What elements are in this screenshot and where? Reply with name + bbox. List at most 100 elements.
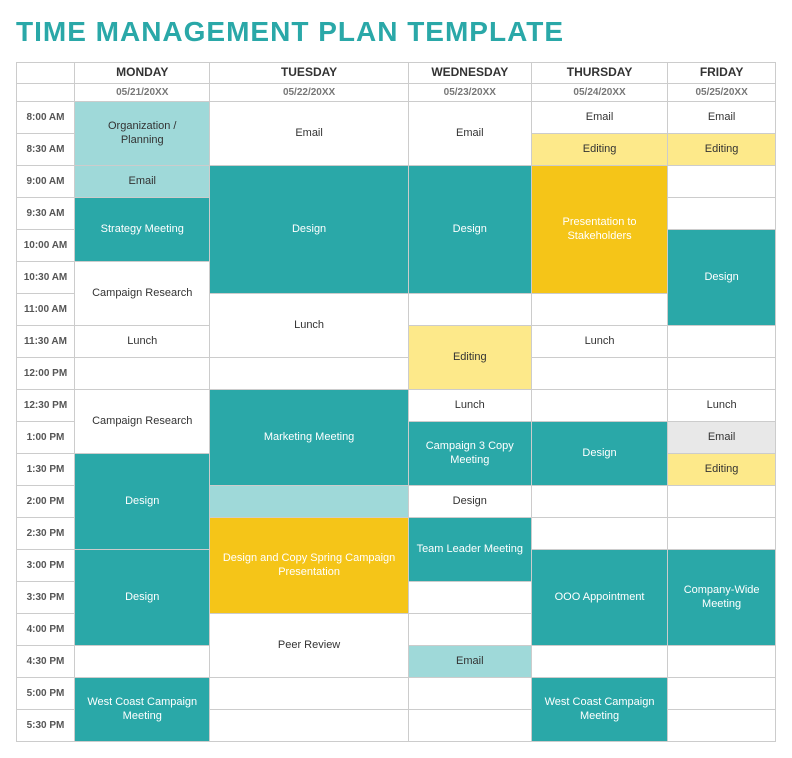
cell-fri-100: Email [668,421,776,453]
cell-tue-900: Design [210,165,408,293]
cell-mon-430 [75,645,210,677]
cell-wed-1130: Editing [408,325,531,389]
time-230: 2:30 PM [17,517,75,549]
time-400: 4:00 PM [17,613,75,645]
table-row: 5:00 PM West Coast Campaign Meeting West… [17,677,776,709]
time-300: 3:00 PM [17,549,75,581]
cell-tue-800: Email [210,101,408,165]
time-1030: 10:30 AM [17,261,75,293]
cell-fri-530 [668,709,776,741]
table-row: 8:00 AM Organization /Planning Email Ema… [17,101,776,133]
cell-wed-500 [408,677,531,709]
cell-mon-300: Design [75,549,210,645]
cell-wed-230: Team Leader Meeting [408,517,531,581]
time-100: 1:00 PM [17,421,75,453]
cell-thu-200 [531,485,667,517]
cell-tue-1100: Lunch [210,293,408,357]
time-1130: 11:30 AM [17,325,75,357]
cell-wed-530 [408,709,531,741]
cell-fri-830: Editing [668,133,776,165]
time-1000: 10:00 AM [17,229,75,261]
cell-fri-1200 [668,357,776,389]
time-900: 9:00 AM [17,165,75,197]
time-130: 1:30 PM [17,453,75,485]
cell-fri-800: Email [668,101,776,133]
cell-mon-1130: Lunch [75,325,210,357]
col-header-thu: THURSDAY [531,63,667,84]
cell-fri-200 [668,485,776,517]
cell-thu-230 [531,517,667,549]
time-930: 9:30 AM [17,197,75,229]
table-row: 9:00 AM Email Design Design Presentation… [17,165,776,197]
col-header-fri: FRIDAY [668,63,776,84]
cell-fri-500 [668,677,776,709]
page-title: TIME MANAGEMENT PLAN TEMPLATE [16,16,776,48]
time-830: 8:30 AM [17,133,75,165]
cell-thu-300: OOO Appointment [531,549,667,645]
col-header-mon: MONDAY [75,63,210,84]
cell-tue-1200 [210,357,408,389]
cell-wed-400: Peer Review [210,613,408,677]
cell-fri-130: Editing [668,453,776,485]
cell-fri-230 [668,517,776,549]
cell-fri-900 [668,165,776,197]
time-1100: 11:00 AM [17,293,75,325]
col-header-wed: WEDNESDAY [408,63,531,84]
cell-wed-200: Design [408,485,531,517]
date-fri: 05/25/20XX [668,83,776,101]
cell-tue-230: Design and Copy Spring Campaign Presenta… [210,517,408,613]
cell-mon-1230: Campaign Research [75,389,210,453]
cell-mon-130: Design [75,453,210,549]
time-1200: 12:00 PM [17,357,75,389]
time-1230: 12:30 PM [17,389,75,421]
cell-thu-1100 [531,293,667,325]
date-mon: 05/21/20XX [75,83,210,101]
time-330: 3:30 PM [17,581,75,613]
time-800: 8:00 AM [17,101,75,133]
cell-fri-300: Company-Wide Meeting [668,549,776,645]
cell-tue-530 [210,709,408,741]
cell-mon-1200 [75,357,210,389]
cell-fri-430 [668,645,776,677]
cell-mon-930: Strategy Meeting [75,197,210,261]
time-date-blank [17,83,75,101]
cell-wed-1100 [408,293,531,325]
cell-thu-1130: Lunch [531,325,667,357]
date-thu: 05/24/20XX [531,83,667,101]
time-430: 4:30 PM [17,645,75,677]
cell-thu-900: Presentation to Stakeholders [531,165,667,293]
table-row: 12:30 PM Campaign Research Marketing Mee… [17,389,776,421]
cell-thu-830: Editing [531,133,667,165]
schedule-table: MONDAY TUESDAY WEDNESDAY THURSDAY FRIDAY… [16,62,776,742]
cell-wed-330 [408,581,531,613]
time-530: 5:30 PM [17,709,75,741]
cell-mon-500: West Coast Campaign Meeting [75,677,210,741]
cell-thu-1230 [531,389,667,421]
cell-wed-1230: Lunch [408,389,531,421]
time-200: 2:00 PM [17,485,75,517]
time-500: 5:00 PM [17,677,75,709]
cell-thu-500: West Coast Campaign Meeting [531,677,667,741]
cell-tue-430: Email [408,645,531,677]
col-header-tue: TUESDAY [210,63,408,84]
cell-tue-500 [210,677,408,709]
cell-fri-1230: Lunch [668,389,776,421]
cell-fri-1000: Design [668,229,776,325]
cell-fri-1130 [668,325,776,357]
cell-thu-800: Email [531,101,667,133]
cell-mon-800: Organization /Planning [75,101,210,165]
cell-wed-900: Design [408,165,531,293]
cell-fri-930 [668,197,776,229]
cell-thu-430 [531,645,667,677]
cell-tue-1230: Marketing Meeting [210,389,408,485]
table-row: 12:00 PM [17,357,776,389]
date-tue: 05/22/20XX [210,83,408,101]
time-col-header [17,63,75,84]
cell-thu-100: Design [531,421,667,485]
cell-mon-900: Email [75,165,210,197]
cell-tue-200 [210,485,408,517]
cell-mon-1030: Campaign Research [75,261,210,325]
cell-wed-100: Campaign 3 Copy Meeting [408,421,531,485]
cell-thu-1200 [531,357,667,389]
date-wed: 05/23/20XX [408,83,531,101]
